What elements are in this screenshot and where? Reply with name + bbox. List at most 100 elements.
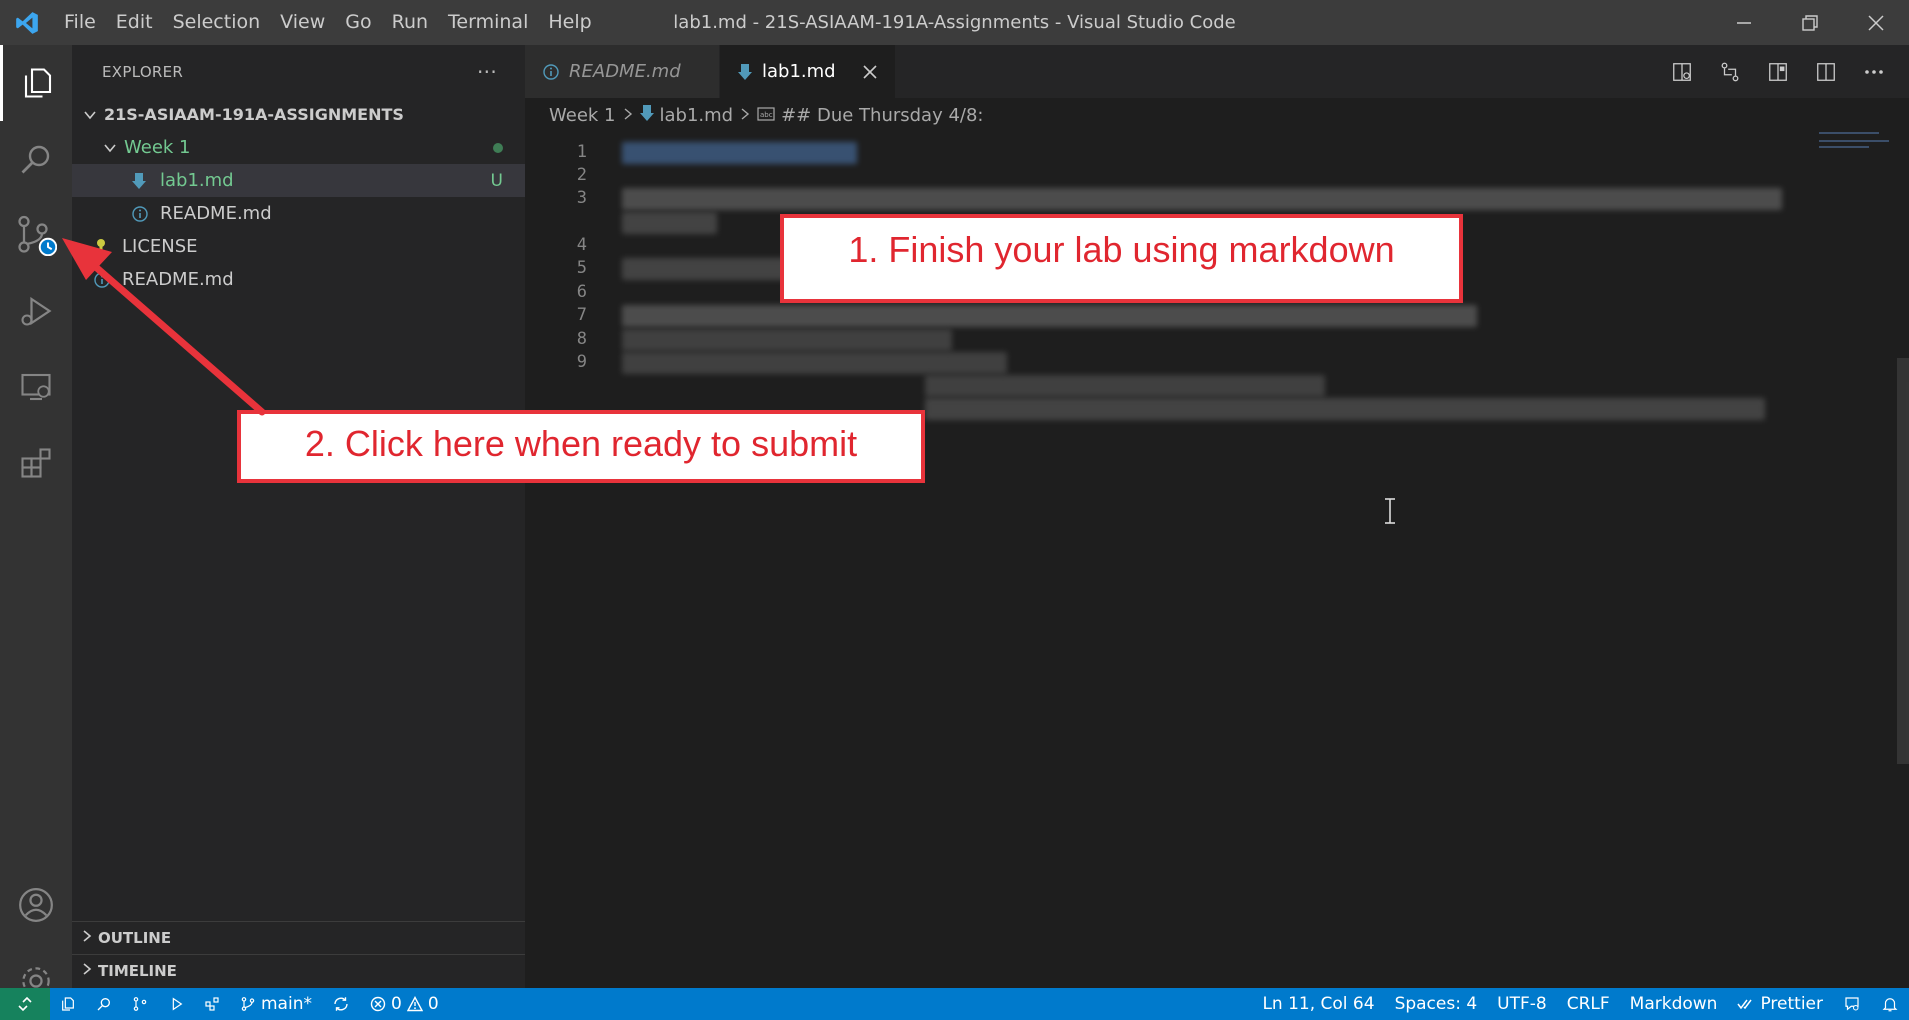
sb-cursor-position[interactable]: Ln 11, Col 64 [1252, 988, 1384, 1020]
sb-search[interactable] [86, 988, 122, 1020]
line-number: 8 [576, 329, 587, 349]
open-changes-button[interactable] [1709, 51, 1751, 93]
sb-source-control[interactable] [122, 988, 158, 1020]
activity-run-debug[interactable] [0, 273, 72, 349]
tab-label: lab1.md [762, 61, 836, 82]
menu-view[interactable]: View [270, 0, 335, 45]
line-number: 6 [576, 282, 587, 302]
breadcrumb: Week 1 lab1.md abc ## Due Thursday 4/8: [525, 98, 1909, 132]
tree-file-readme-week1[interactable]: README.md [72, 197, 525, 230]
close-tab-icon[interactable] [863, 64, 877, 79]
sb-feedback[interactable] [1833, 988, 1871, 1020]
line-number: 3 [576, 188, 587, 208]
explorer-more-actions[interactable]: ··· [477, 60, 497, 84]
tab-lab1[interactable]: lab1.md [720, 45, 895, 98]
sb-run-debug[interactable] [158, 988, 194, 1020]
split-editor-button[interactable] [1805, 51, 1847, 93]
timeline-section[interactable]: TIMELINE [72, 954, 525, 987]
outline-section[interactable]: OUTLINE [72, 921, 525, 954]
outline-label: OUTLINE [98, 929, 172, 947]
key-icon [94, 238, 116, 256]
restore-button[interactable] [1777, 0, 1843, 45]
sb-encoding[interactable]: UTF-8 [1487, 988, 1557, 1020]
menu-selection[interactable]: Selection [163, 0, 271, 45]
activity-extensions[interactable] [0, 425, 72, 501]
info-icon [132, 205, 154, 222]
sb-indentation[interactable]: Spaces: 4 [1385, 988, 1488, 1020]
chevron-right-icon [739, 105, 751, 126]
sb-explorer[interactable] [50, 988, 86, 1020]
editor-scrollbar[interactable] [1897, 358, 1909, 764]
run-debug-icon [172, 997, 183, 1011]
vscode-logo-icon [0, 0, 54, 45]
callout-text: 1. Finish your lab using markdown [848, 228, 1395, 270]
activity-accounts[interactable] [0, 867, 72, 943]
tree-file-label: LICENSE [122, 236, 198, 257]
menu-terminal[interactable]: Terminal [438, 0, 538, 45]
sb-notifications[interactable] [1871, 988, 1909, 1020]
sb-sync[interactable] [322, 988, 360, 1020]
redacted-code [622, 212, 717, 234]
breadcrumb-symbol[interactable]: ## Due Thursday 4/8: [781, 105, 983, 126]
more-actions-button[interactable] [1853, 51, 1895, 93]
minimap[interactable] [1819, 140, 1889, 142]
redacted-code [622, 258, 802, 280]
tab-label: README.md [569, 61, 681, 82]
line-number: 1 [576, 142, 587, 162]
tree-file-readme-root[interactable]: README.md [72, 263, 525, 296]
menu-go[interactable]: Go [335, 0, 381, 45]
title-bar: File Edit Selection View Go Run Terminal… [0, 0, 1909, 45]
minimap[interactable] [1819, 132, 1879, 134]
info-icon [543, 63, 559, 80]
redacted-code [622, 142, 857, 164]
tree-folder-week1[interactable]: Week 1 [72, 131, 525, 164]
editor-actions [1661, 45, 1909, 98]
modified-dot [493, 143, 503, 153]
minimize-button[interactable] [1711, 0, 1777, 45]
sb-language-mode[interactable]: Markdown [1620, 988, 1728, 1020]
extensions-icon [205, 997, 219, 1011]
info-icon [94, 271, 116, 288]
tab-readme[interactable]: README.md [525, 45, 720, 98]
sb-eol[interactable]: CRLF [1557, 988, 1620, 1020]
tree-file-label: lab1.md [160, 170, 234, 191]
activity-search[interactable] [0, 121, 72, 197]
tree-folder-label: Week 1 [124, 137, 191, 158]
explorer-header: EXPLORER ··· [72, 45, 525, 98]
minimap[interactable] [1819, 146, 1869, 148]
callout-text: 2. Click here when ready to submit [304, 422, 858, 464]
remote-icon [18, 996, 32, 1012]
open-preview-button[interactable] [1661, 51, 1703, 93]
breadcrumb-folder[interactable]: Week 1 [549, 105, 616, 126]
menu-run[interactable]: Run [382, 0, 438, 45]
menu-file[interactable]: File [54, 0, 106, 45]
warning-icon [406, 996, 423, 1012]
warning-count: 0 [427, 994, 439, 1014]
explorer-title: EXPLORER [102, 62, 184, 81]
close-window-button[interactable] [1843, 0, 1909, 45]
preview-side-button[interactable] [1757, 51, 1799, 93]
remote-indicator[interactable] [0, 988, 50, 1020]
explorer-icon [24, 68, 51, 98]
activity-source-control[interactable] [0, 197, 72, 273]
root-folder[interactable]: 21S-ASIAAM-191A-ASSIGNMENTS [72, 98, 525, 131]
timeline-label: TIMELINE [98, 962, 177, 980]
tree-file-license[interactable]: LICENSE [72, 230, 525, 263]
remote-explorer-icon [21, 373, 51, 401]
error-icon [370, 996, 386, 1012]
sb-extensions[interactable] [194, 988, 230, 1020]
root-folder-label: 21S-ASIAAM-191A-ASSIGNMENTS [104, 105, 404, 124]
tree-file-label: README.md [160, 203, 272, 224]
activity-remote-explorer[interactable] [0, 349, 72, 425]
sb-problems[interactable]: 0 0 [360, 988, 449, 1020]
sb-prettier[interactable]: Prettier [1727, 988, 1833, 1020]
breadcrumb-file[interactable]: lab1.md [660, 105, 734, 126]
activity-explorer[interactable] [0, 45, 72, 121]
callout-finish-lab: 1. Finish your lab using markdown [780, 214, 1463, 303]
menu-help[interactable]: Help [538, 0, 601, 45]
tree-file-lab1[interactable]: lab1.md U [72, 164, 525, 197]
menu-edit[interactable]: Edit [106, 0, 163, 45]
restore-icon [1802, 14, 1818, 31]
sb-branch[interactable]: main* [230, 988, 322, 1020]
window-controls [1711, 0, 1909, 45]
